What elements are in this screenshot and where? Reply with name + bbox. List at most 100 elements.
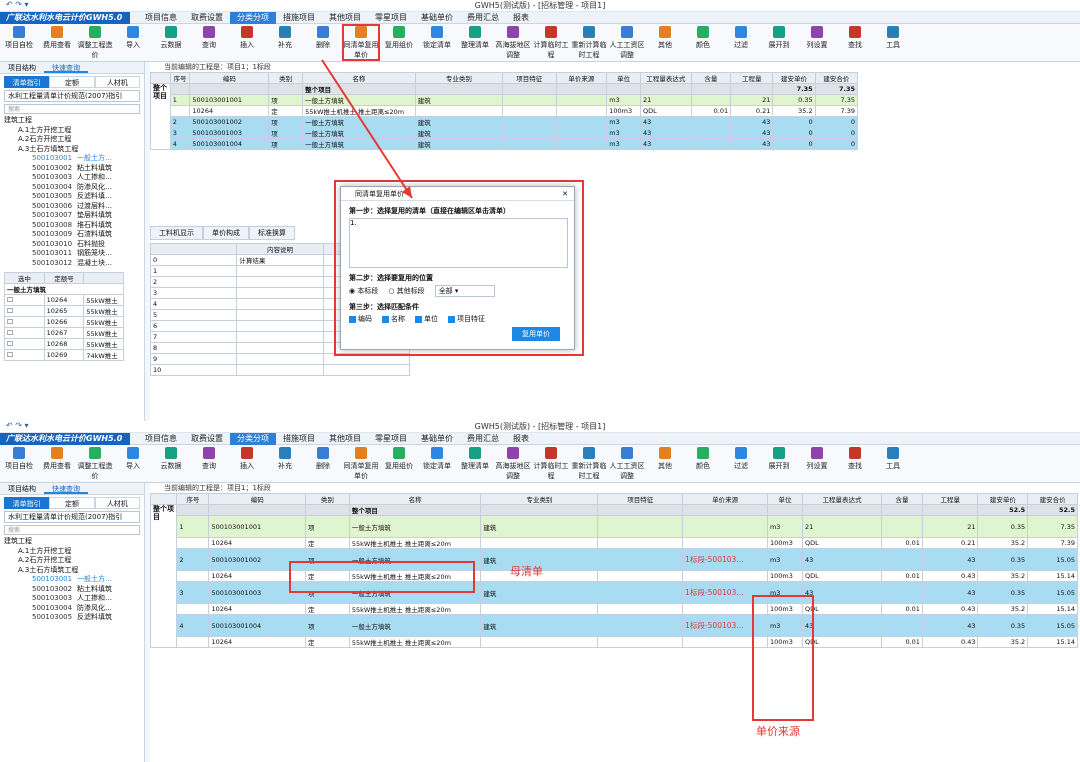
column-header[interactable]: 工程量 [921,493,979,505]
ribbon-button[interactable]: 查询 [190,445,228,482]
column-header[interactable]: 序号 [176,493,210,505]
column-header[interactable]: 建安单价 [977,493,1029,505]
menu-tab[interactable]: 其他项目 [322,433,368,445]
tool-icon [127,447,139,459]
rate-cell [881,614,923,637]
expr-cell[interactable]: QDL [802,570,882,582]
expr-cell[interactable]: 43 [802,614,882,637]
expr-cell[interactable]: QDL [802,603,882,615]
column-header[interactable]: 名称 [348,493,482,505]
left-sub-tab[interactable]: 定额 [49,497,95,509]
ribbon-button[interactable]: 调整工程造价 [76,445,114,482]
source-text: 1标段-500103… [685,620,744,630]
tree-node[interactable]: 500103003 人工掺和… [4,594,140,604]
name-cell[interactable]: 一般土方填筑 [348,614,482,637]
name-cell[interactable]: 一般土方填筑 [348,515,482,538]
tree-node[interactable]: A.2石方开挖工程 [4,556,140,566]
menu-tab[interactable]: 报表 [506,433,536,445]
code-cell[interactable]: 500103001004 [208,614,306,637]
spec-select[interactable]: 水利工程量清单计价规范(2007)指引 [4,511,140,523]
ribbon-button[interactable]: 过滤 [722,445,760,482]
feature-cell[interactable] [597,581,684,604]
table-row[interactable]: 4 500103001004 项一般土方填筑 建筑 1标段-500103… m3 43 43 0… [151,614,1078,637]
feature-cell[interactable] [597,515,684,538]
ribbon-button[interactable]: 复用组价 [380,445,418,482]
tree-node[interactable]: 500103001 一般土方… [4,575,140,585]
tree-node[interactable]: 500103005 反滤料填筑 [4,613,140,623]
table-row[interactable]: 1 500103001001 项一般土方填筑 建筑 m3 21 21 0.35 7.35 [151,515,1078,538]
ribbon-button[interactable]: 展开到 [760,445,798,482]
menu-tab[interactable]: 措施项目 [276,433,322,445]
ribbon-button[interactable]: 重新计算临时工程 [570,445,608,482]
name-cell[interactable]: 55kW推土机推土 推土距离≤20m [348,603,482,615]
menu-tab[interactable]: 分类分项 [230,433,276,445]
ribbon-button[interactable]: 列设置 [798,445,836,482]
menu-tab[interactable]: 取费设置 [184,433,230,445]
ribbon-button[interactable]: 工具 [874,445,912,482]
ribbon-button[interactable]: 项目自检 [0,445,38,482]
feature-cell[interactable] [597,548,684,571]
ribbon-button[interactable]: 查找 [836,445,874,482]
feature-cell[interactable] [597,614,684,637]
ribbon-button[interactable]: 补充 [266,445,304,482]
feature-cell[interactable] [597,603,684,615]
column-header[interactable]: 含量 [881,493,923,505]
total-row[interactable]: 整个项目 整个项目 52.5 52.5 [149,504,1078,648]
table-row[interactable]: 10264 定 55kW推土机推土 推土距离≤20m 100m3 QDL 0.01 0.43… [151,603,1078,615]
code-cell[interactable]: 500103001001 [208,515,306,538]
ribbon-button[interactable]: 其他 [646,445,684,482]
tree-node[interactable]: 500103002 粘土料填筑 [4,585,140,595]
menu-tab[interactable]: 零星项目 [368,433,414,445]
table-row[interactable]: 10264 定 55kW推土机推土 推土距离≤20m 100m3 QDL 0.01 0.43… [151,636,1078,648]
ribbon-button[interactable]: 锁定清单 [418,445,456,482]
code-cell[interactable]: 10264 [208,636,306,648]
name-cell[interactable]: 55kW推土机推土 推土距离≤20m [348,636,482,648]
column-header[interactable]: 工程量表达式 [802,493,882,505]
ribbon-button[interactable]: 高海拔地区调整 [494,445,532,482]
ribbon-button[interactable]: 费用查看 [38,445,76,482]
menu-tab[interactable]: 项目信息 [138,433,184,445]
tree-node[interactable]: 500103004 防渗风化… [4,604,140,614]
left-sub-tab[interactable]: 人材机 [94,497,140,509]
ribbon-button[interactable]: 删除 [304,445,342,482]
column-header[interactable]: 专业类别 [480,493,599,505]
tree-node[interactable]: A.3土石方填筑工程 [4,566,140,576]
menu-tab[interactable]: 费用汇总 [460,433,506,445]
corner-cell [149,493,178,505]
expr-cell[interactable]: 43 [802,581,882,604]
code-cell[interactable]: 10264 [208,537,306,549]
expr-cell[interactable]: QDL [802,537,882,549]
ribbon-button[interactable]: 同清单复用单价 [342,445,380,482]
left-tab[interactable]: 项目结构 [0,483,44,494]
table-row[interactable]: 10264 定 55kW推土机推土 推土距离≤20m 100m3 QDL 0.01 0.21… [151,537,1078,549]
column-header[interactable]: 编码 [208,493,306,505]
name-cell[interactable]: 55kW推土机推土 推土距离≤20m [348,537,482,549]
column-header[interactable]: 建安合价 [1027,493,1078,505]
expr-cell[interactable]: 43 [802,548,882,571]
left-sub-tab[interactable]: 清单指引 [4,497,50,509]
column-header[interactable]: 单价来源 [682,493,768,505]
ribbon-button[interactable]: 插入 [228,445,266,482]
column-header[interactable]: 项目特征 [597,493,684,505]
column-header[interactable]: 类别 [304,493,350,505]
tree-node[interactable]: 建筑工程 [4,537,140,547]
left-tab[interactable]: 快速查询 [44,483,88,494]
ribbon-button[interactable]: 计算临时工程 [532,445,570,482]
ribbon-button[interactable]: 人工工资区调整 [608,445,646,482]
search-input[interactable]: 搜索 [4,525,140,535]
tree-node[interactable]: A.1土方开挖工程 [4,547,140,557]
code-cell[interactable]: 10264 [208,603,306,615]
ribbon-button[interactable]: 云数据 [152,445,190,482]
ribbon-button[interactable]: 导入 [114,445,152,482]
expr-cell[interactable]: 21 [802,515,882,538]
tree-text: 反滤料填筑 [77,613,112,621]
feature-cell[interactable] [597,636,684,648]
ribbon-button[interactable]: 整理清单 [456,445,494,482]
feature-cell[interactable] [597,570,684,582]
feature-cell[interactable] [597,537,684,549]
menu-tab[interactable]: 基础单价 [414,433,460,445]
column-header[interactable]: 单位 [766,493,804,505]
expr-cell[interactable]: QDL [802,636,882,648]
app-brand[interactable]: 广联达水利水电云计价GWH5.0 [0,433,130,445]
ribbon-button[interactable]: 颜色 [684,445,722,482]
